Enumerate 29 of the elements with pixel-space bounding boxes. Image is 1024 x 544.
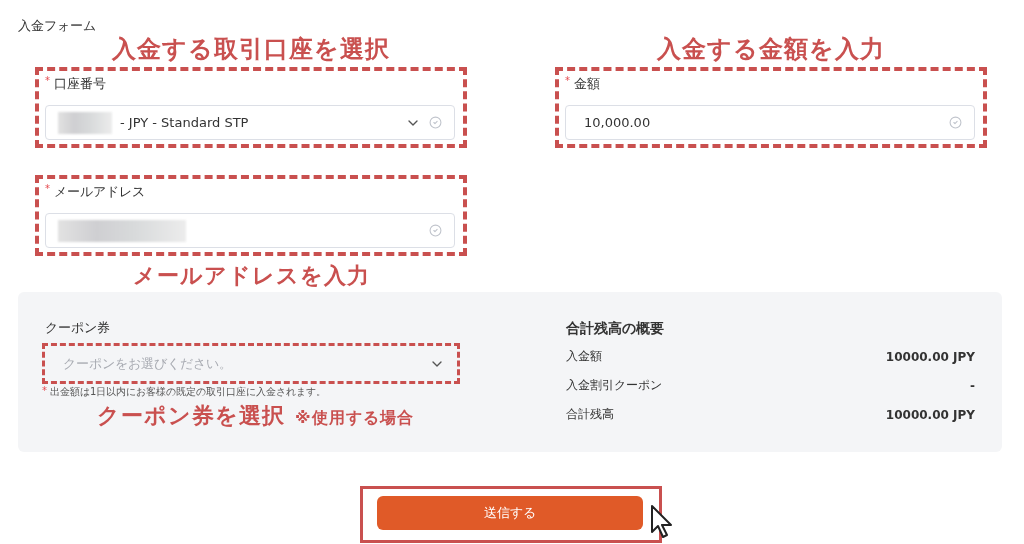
required-mark: * [565, 76, 570, 86]
required-mark: * [45, 76, 50, 86]
annotation-text: メールアドレスを入力 [132, 262, 370, 290]
annotation-text: 入金する取引口座を選択 [112, 34, 390, 64]
submit-button[interactable]: 送信する [377, 496, 643, 530]
summary-value: 10000.00 JPY [885, 349, 975, 364]
summary-label: 合計残高 [566, 406, 614, 423]
form-title: 入金フォーム [18, 18, 96, 34]
summary-title: 合計残高の概要 [566, 320, 664, 336]
check-icon [949, 116, 962, 129]
field-label: クーポン券 [45, 320, 110, 336]
field-label: 金額 [574, 76, 600, 92]
note-text: 出金額は1日以内にお客様の既定の取引口座に入金されます。 [50, 386, 327, 398]
email-field[interactable] [45, 213, 455, 248]
summary-label: 入金額 [566, 348, 602, 365]
check-icon [429, 224, 442, 237]
check-icon [429, 116, 442, 129]
annotation-note: ※使用する場合 [295, 407, 414, 429]
summary-label: 入金割引クーポン [566, 377, 662, 394]
annotation-text: クーポン券を選択 [97, 402, 285, 430]
account-select[interactable]: - JPY - Standard STP [45, 105, 455, 140]
amount-field[interactable]: 10,000.00 [565, 105, 975, 140]
summary-value: 10000.00 JPY [885, 407, 975, 422]
field-label: 口座番号 [54, 76, 106, 92]
field-label: メールアドレス [54, 184, 145, 200]
annotation-text: 入金する金額を入力 [657, 34, 885, 64]
required-mark: * [45, 184, 50, 194]
summary-value: - [970, 378, 975, 393]
required-mark: * [42, 386, 47, 398]
